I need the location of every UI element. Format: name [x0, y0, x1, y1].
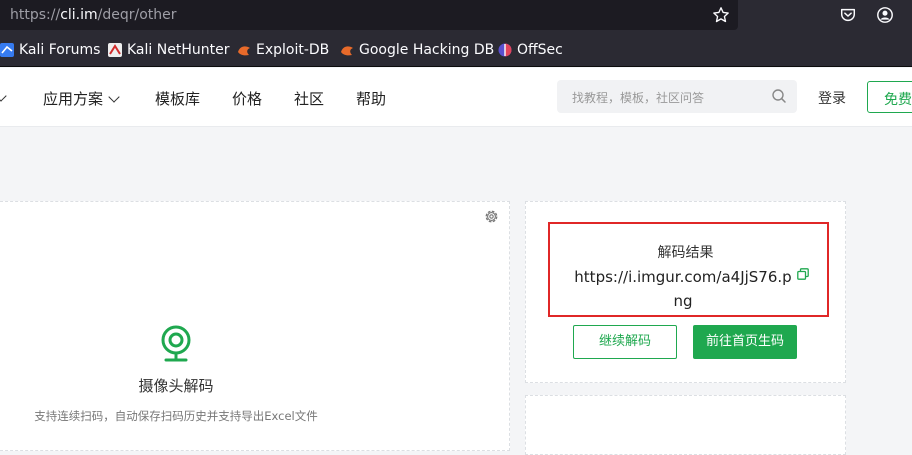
- secondary-panel: [525, 395, 846, 455]
- login-link[interactable]: 登录: [818, 88, 846, 108]
- free-signup-button[interactable]: 免费: [867, 81, 912, 113]
- google-hacking-db-icon: [341, 46, 353, 56]
- camera-decode-title: 摄像头解码: [138, 377, 214, 395]
- offsec-icon: [498, 43, 512, 57]
- copy-icon[interactable]: [797, 268, 809, 280]
- pocket-icon[interactable]: [839, 6, 857, 24]
- bookmark-kali-forums[interactable]: Kali Forums: [0, 41, 100, 59]
- webcam-icon[interactable]: [160, 324, 192, 362]
- chevron-down-icon: [108, 91, 120, 103]
- url-text[interactable]: https://cli.im/deqr/other: [10, 7, 177, 23]
- kali-nethunter-icon: [108, 43, 122, 57]
- result-title: 解码结果: [657, 245, 714, 261]
- goto-homepage-generate-button[interactable]: 前往首页生码: [693, 325, 797, 359]
- account-icon[interactable]: [876, 6, 894, 24]
- gear-icon[interactable]: [483, 208, 500, 225]
- nav-templates[interactable]: 模板库: [155, 88, 200, 109]
- exploit-db-icon: [238, 46, 250, 56]
- search-placeholder: 找教程，模板，社区问答: [572, 91, 705, 105]
- nav-pricing[interactable]: 价格: [232, 88, 262, 109]
- kali-dragon-icon: [0, 43, 14, 57]
- result-url[interactable]: https://i.imgur.com/a4JjS76.png: [573, 265, 793, 313]
- search-icon[interactable]: [771, 88, 787, 104]
- chevron-down-icon[interactable]: [0, 90, 7, 102]
- bookmarks-bar: Kali Forums Kali NetHunter Exploit-DB Go…: [0, 32, 912, 67]
- bookmark-google-hacking-db[interactable]: Google Hacking DB: [340, 41, 494, 59]
- bookmark-exploit-db[interactable]: Exploit-DB: [237, 41, 329, 59]
- camera-decode-description: 支持连续扫码，自动保存扫码历史并支持导出Excel文件: [34, 409, 318, 423]
- browser-toolbar: https://cli.im/deqr/other: [0, 0, 912, 32]
- nav-solutions[interactable]: 应用方案: [43, 88, 120, 109]
- nav-community[interactable]: 社区: [294, 88, 324, 109]
- bookmark-star-icon[interactable]: [712, 6, 730, 24]
- search-input[interactable]: 找教程，模板，社区问答: [557, 80, 797, 113]
- continue-decode-button[interactable]: 继续解码: [573, 325, 677, 359]
- address-bar[interactable]: https://cli.im/deqr/other: [0, 0, 738, 30]
- bookmark-offsec[interactable]: OffSec: [498, 41, 563, 59]
- bookmark-kali-nethunter[interactable]: Kali NetHunter: [108, 41, 229, 59]
- nav-help[interactable]: 帮助: [356, 88, 386, 109]
